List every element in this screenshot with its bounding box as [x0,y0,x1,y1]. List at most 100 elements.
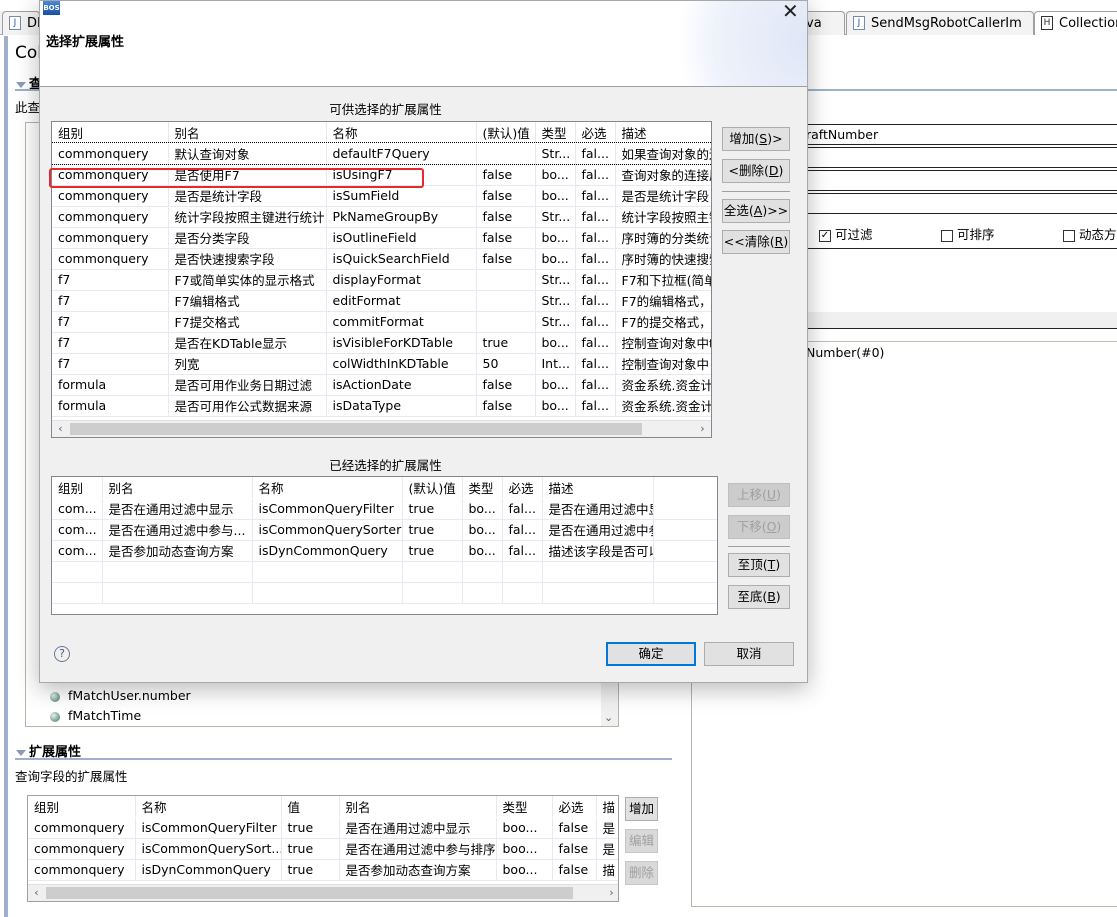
table-row[interactable]: com... 是否参加动态查询方案 isDynCommonQuery true bo..… [52,540,717,562]
remove-button[interactable]: <删除(D) [722,159,790,183]
cancel-button[interactable]: 取消 [704,642,794,666]
tree-item[interactable]: fMatchTime [50,708,141,723]
table-cell: Str... [535,311,576,333]
column-header[interactable]: 描述 [615,122,711,144]
table-row[interactable]: com... 是否在通用过滤中参与... isCommonQuerySorter tr… [52,519,717,541]
scroll-right-icon[interactable]: › [694,421,711,437]
table-cell: Str... [535,290,576,312]
table-row[interactable]: formula 是否可用作公式数据来源 isDataType false bo... fa… [52,395,711,417]
scroll-thumb[interactable] [46,887,573,899]
table-cell: 序时簿的分类统计 [615,227,711,249]
tree-item[interactable]: fMatchUser.number [50,688,191,703]
table-cell: bo... [535,164,576,186]
table-cell [462,561,503,583]
table-row[interactable]: commonquery 是否分类字段 isOutlineField false bo..… [52,227,711,249]
column-header[interactable]: (默认)值 [476,122,536,144]
column-header[interactable]: 类型 [496,796,553,818]
ext-table-hscrollbar[interactable]: ‹ › [28,884,618,901]
field-border [800,124,1117,125]
table-row[interactable]: f7 是否在KDTable显示 isVisibleForKDTable true bo.… [52,332,711,354]
table-row[interactable] [52,582,717,604]
table-row[interactable]: f7 F7编辑格式 editFormat Str... fal... F7的编辑格式， [52,290,711,312]
scroll-left-icon[interactable]: ‹ [28,885,45,901]
column-header[interactable]: 组别 [52,122,169,144]
scroll-right-icon[interactable]: › [603,885,618,901]
column-header[interactable]: 值 [281,796,340,818]
table-row[interactable] [52,561,717,583]
available-table-hscrollbar[interactable]: ‹ › [52,420,711,437]
column-header[interactable]: 描述 [542,477,654,499]
table-cell: fal... [575,164,616,186]
select-all-button[interactable]: 全选(A)>> [722,199,790,223]
right-list-item[interactable]: Number(#0) [806,345,884,360]
table-row[interactable]: commonquery 默认查询对象 defaultF7Query Str... fal… [52,142,711,165]
table-row[interactable]: com... 是否在通用过滤中显示 isCommonQueryFilter true b… [52,498,717,520]
tab-sendmsgrobotcaller[interactable]: J SendMsgRobotCallerIm [846,11,1034,35]
clear-button[interactable]: <<清除(R) [722,230,790,254]
scroll-down-icon[interactable]: ⌄ [604,711,613,724]
column-header[interactable]: 名称 [326,122,477,144]
dynamic-scheme-checkbox[interactable]: 动态方 [1063,224,1117,243]
tab-collection[interactable]: H Collection [1034,11,1117,35]
column-header[interactable]: 组别 [52,477,103,499]
table-row[interactable]: commonquery 是否快速搜索字段 isQuickSearchField fal… [52,248,711,270]
move-up-button[interactable]: 上移(U) [728,483,790,507]
help-icon[interactable]: ? [54,646,70,662]
table-row[interactable]: commonquery isCommonQuerySort... true 是否在通用… [28,838,618,860]
ext-delete-button[interactable]: 删除 [625,861,658,885]
table-cell: 列宽 [168,353,327,375]
table-row[interactable]: f7 F7提交格式 commitFormat Str... fal... F7的提交格式， [52,311,711,333]
table-cell: isDynCommonQuery [252,540,403,562]
move-top-button[interactable]: 至顶(T) [728,553,790,577]
column-header[interactable]: 名称 [252,477,403,499]
table-cell: 是 [596,838,618,860]
field-border [800,147,1117,148]
table-cell: displayFormat [326,269,477,291]
ext-props-table[interactable]: 组别 名称值别名 类型 必选描 commonquery isCommonQueryFil… [27,795,619,902]
table-row[interactable]: commonquery 是否是统计字段 isSumField false bo... fa… [52,185,711,207]
table-row[interactable]: commonquery isDynCommonQuery true 是否参加动态查询方… [28,859,618,881]
column-header[interactable]: 别名 [168,122,327,144]
table-row[interactable]: f7 F7或简单实体的显示格式 displayFormat Str... fal... F… [52,269,711,291]
ext-add-button[interactable]: 增加 [625,797,658,821]
table-cell [476,290,536,312]
tab-dd[interactable]: J DD [2,11,47,35]
tree-vscrollbar[interactable]: ⌄ [601,683,618,726]
table-row[interactable]: f7 列宽 colWidthInKDTable 50 Int... fal... 控制查询对… [52,353,711,375]
add-button[interactable]: 增加(S)> [722,127,790,151]
column-header[interactable]: 别名 [102,477,253,499]
field-value-input[interactable]: raftNumber [806,127,878,142]
ext-edit-button[interactable]: 编辑 [625,829,658,853]
tab-label: SendMsgRobotCallerIm [871,16,1022,31]
table-row[interactable]: commonquery 统计字段按照主键进行统计 PkNameGroupBy fals… [52,206,711,228]
table-row[interactable]: formula 是否可用作业务日期过滤 isActionDate false bo...… [52,374,711,396]
table-cell [402,561,463,583]
column-header[interactable]: 必选 [552,796,597,818]
column-header[interactable]: 类型 [535,122,576,144]
column-header[interactable]: 必选 [502,477,543,499]
column-header[interactable]: (默认)值 [402,477,463,499]
sortable-checkbox[interactable]: 可排序 [941,224,995,243]
column-header[interactable]: 描 [596,796,618,818]
column-header[interactable]: 名称 [135,796,282,818]
move-bottom-button[interactable]: 至底(B) [728,585,790,609]
scroll-left-icon[interactable]: ‹ [52,421,69,437]
table-cell: bo... [535,395,576,417]
table-cell: false [476,395,536,417]
move-down-button[interactable]: 下移(O) [728,515,790,539]
scroll-thumb[interactable] [70,423,642,435]
column-header[interactable]: 别名 [339,796,497,818]
table-row[interactable]: commonquery isCommonQueryFilter true 是否在通用过… [28,817,618,839]
ok-button[interactable]: 确定 [606,642,696,666]
table-cell: 资金系统.资金计 [615,395,711,417]
table-cell [502,561,543,583]
table-cell: commonquery [28,838,136,860]
selected-props-table[interactable]: 组别 别名 名称 (默认)值 类型 必选 描述 com... 是否在通用过滤中显示 isComm… [51,476,718,615]
table-cell: 是否参加动态查询方案 [102,540,253,562]
close-icon[interactable]: ✕ [782,1,799,23]
filterable-checkbox[interactable]: ✓ 可过滤 [819,224,873,243]
column-header[interactable]: 类型 [462,477,503,499]
column-header[interactable]: 组别 [28,796,136,818]
column-header[interactable]: 必选 [575,122,616,144]
table-cell: 是否是统计字段 [615,185,711,207]
